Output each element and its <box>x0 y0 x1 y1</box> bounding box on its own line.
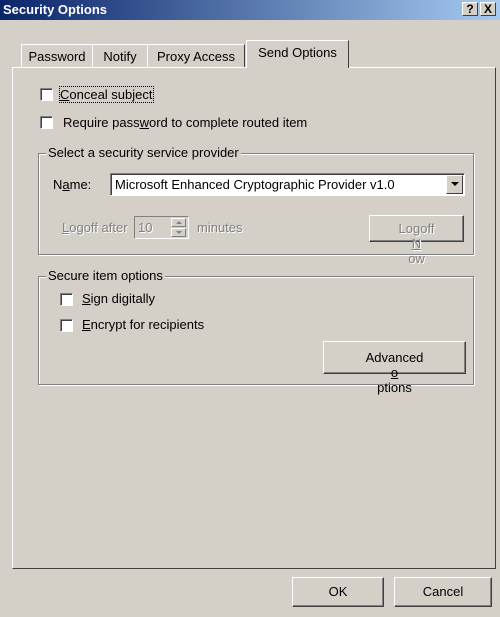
advanced-options-text-post: ptions <box>377 380 412 395</box>
minutes-label: minutes <box>197 220 243 235</box>
encrypt-text-post: ncrypt for recipients <box>90 317 205 332</box>
tab-proxy-access-label: Proxy Access <box>156 49 236 64</box>
help-icon: ? <box>466 2 474 16</box>
tab-notify-label: Notify <box>103 49 137 64</box>
require-password-accesskey: w <box>139 115 149 130</box>
conceal-subject-checkbox[interactable] <box>40 88 53 101</box>
tab-notify[interactable]: Notify <box>92 44 148 68</box>
close-button[interactable]: X <box>480 2 496 16</box>
sign-digitally-checkbox[interactable] <box>60 293 73 306</box>
tab-password[interactable]: Password <box>21 44 93 68</box>
conceal-subject-label[interactable]: Conceal subject <box>59 86 154 103</box>
ok-button[interactable]: OK <box>292 577 384 607</box>
window-title: Security Options <box>3 2 108 17</box>
advanced-options-label: Advanced o ptions <box>324 350 465 395</box>
conceal-subject-accesskey: C <box>60 87 70 102</box>
provider-name-text-post: me: <box>69 177 92 192</box>
require-password-label[interactable]: Require password to complete routed item <box>63 115 307 130</box>
security-provider-group-title: Select a security service provider <box>46 145 241 160</box>
encrypt-checkbox[interactable] <box>60 319 73 332</box>
provider-select-value: Microsoft Enhanced Cryptographic Provide… <box>115 177 395 192</box>
logoff-minutes-spin-buttons[interactable] <box>171 218 186 237</box>
spin-down-button[interactable] <box>171 228 186 237</box>
logoff-minutes-value: 10 <box>138 220 153 235</box>
encrypt-label[interactable]: Encrypt for recipients <box>82 317 204 332</box>
logoff-now-label: Logoff Now <box>370 221 463 266</box>
provider-dropdown-button[interactable] <box>446 175 463 194</box>
require-password-checkbox[interactable] <box>40 116 53 129</box>
ok-label: OK <box>328 584 348 599</box>
arrow-down-icon <box>176 231 182 234</box>
close-icon: X <box>483 2 492 16</box>
tab-send-options[interactable]: Send Options <box>246 40 349 68</box>
tab-proxy-access[interactable]: Proxy Access <box>147 44 245 68</box>
sign-digitally-text-post: ign digitally <box>90 291 155 306</box>
provider-name-text-pre: N <box>53 177 63 192</box>
provider-name-label: Name: <box>53 177 91 192</box>
logoff-after-label: Logoff after <box>62 220 128 235</box>
chevron-down-icon <box>451 182 459 186</box>
logoff-now-text-pre: Logoff <box>398 221 435 236</box>
secure-item-options-group-title: Secure item options <box>46 268 165 283</box>
cancel-button[interactable]: Cancel <box>394 577 492 607</box>
advanced-options-button[interactable]: Advanced o ptions <box>323 341 466 395</box>
require-password-text-pre: Require pass <box>63 115 140 130</box>
sign-digitally-label[interactable]: Sign digitally <box>82 291 155 306</box>
logoff-minutes-spinner[interactable]: 10 <box>134 216 189 239</box>
cancel-label: Cancel <box>422 584 464 599</box>
advanced-options-accesskey: o <box>390 365 399 380</box>
logoff-now-button[interactable]: Logoff Now <box>369 215 464 266</box>
require-password-text-post: ord to complete routed item <box>149 115 308 130</box>
logoff-now-accesskey: N <box>411 236 422 251</box>
spin-up-button[interactable] <box>171 218 186 227</box>
security-options-dialog: Security Options ? X Password Notify Pro… <box>0 0 500 617</box>
logoff-after-text-post: ogoff after <box>69 220 128 235</box>
sign-digitally-accesskey: S <box>82 291 91 306</box>
tab-password-label: Password <box>28 49 86 64</box>
provider-select[interactable]: Microsoft Enhanced Cryptographic Provide… <box>110 173 465 196</box>
help-button[interactable]: ? <box>462 2 478 16</box>
encrypt-accesskey: E <box>82 317 91 332</box>
provider-name-accesskey: a <box>62 177 70 192</box>
logoff-now-text-post: ow <box>408 251 425 266</box>
advanced-options-text-pre: Advanced <box>365 350 424 365</box>
conceal-subject-text-post: onceal subject <box>69 87 153 102</box>
title-bar[interactable]: Security Options ? X <box>0 0 500 20</box>
arrow-up-icon <box>176 221 182 224</box>
tab-send-options-label: Send Options <box>258 45 337 60</box>
